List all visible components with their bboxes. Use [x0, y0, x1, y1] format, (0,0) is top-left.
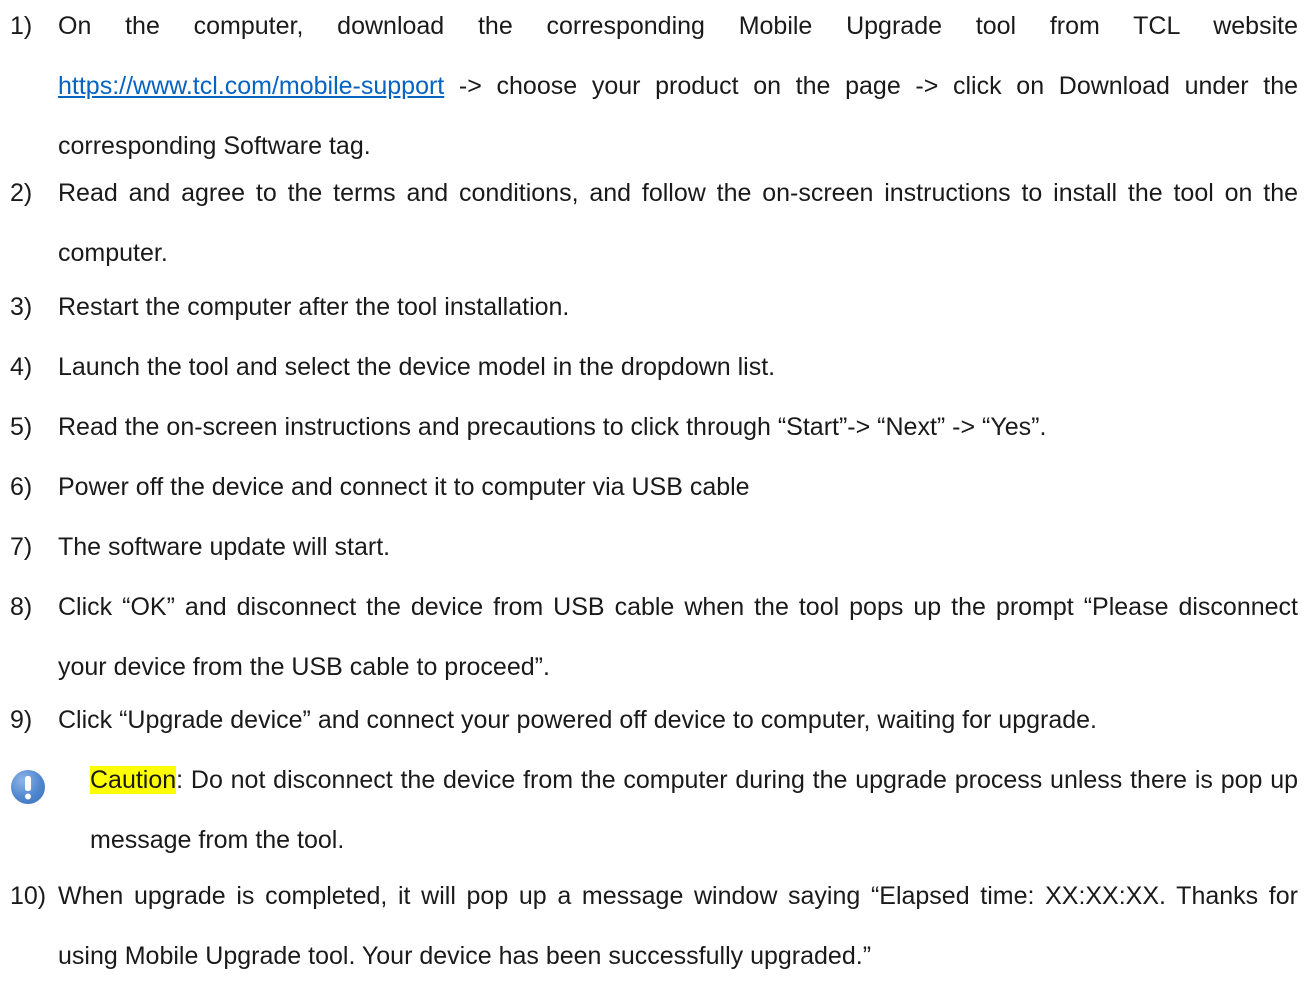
step-text: Read and agree to the terms and conditio… — [58, 179, 1298, 267]
step-number: 6) — [10, 473, 33, 501]
step-text: Click “Upgrade device” and connect your … — [58, 706, 1098, 734]
tcl-support-link[interactable]: https://www.tcl.com/mobile-support — [58, 72, 444, 100]
caution-label: Caution — [90, 766, 177, 794]
exclamation-icon — [11, 770, 45, 804]
step-number: 9) — [10, 706, 33, 734]
step-number: 7) — [10, 533, 33, 561]
step-number: 5) — [10, 413, 33, 441]
step-text: On the computer, download the correspond… — [58, 0, 1298, 176]
step-text: The software update will start. — [58, 533, 391, 561]
step-text: Read the on-screen instructions and prec… — [58, 413, 1047, 441]
step-number: 4) — [10, 353, 33, 381]
instructions-document: 1) On the computer, download the corresp… — [0, 0, 1312, 970]
step-number: 10) — [10, 882, 47, 910]
step-number: 1) — [10, 12, 33, 40]
step-text: Launch the tool and select the device mo… — [58, 353, 776, 381]
step-text: Click “OK” and disconnect the device fro… — [58, 593, 1298, 681]
step-text-before-link: On the computer, download the correspond… — [58, 12, 1298, 40]
step-text: Power off the device and connect it to c… — [58, 473, 750, 501]
caution-text: Caution: Do not disconnect the device fr… — [90, 750, 1298, 870]
caution-body: : Do not disconnect the device from the … — [90, 766, 1298, 854]
step-number: 3) — [10, 293, 33, 321]
step-text: Restart the computer after the tool inst… — [58, 293, 570, 321]
step-number: 8) — [10, 593, 33, 621]
step-text: When upgrade is completed, it will pop u… — [58, 882, 1298, 970]
step-number: 2) — [10, 179, 33, 207]
